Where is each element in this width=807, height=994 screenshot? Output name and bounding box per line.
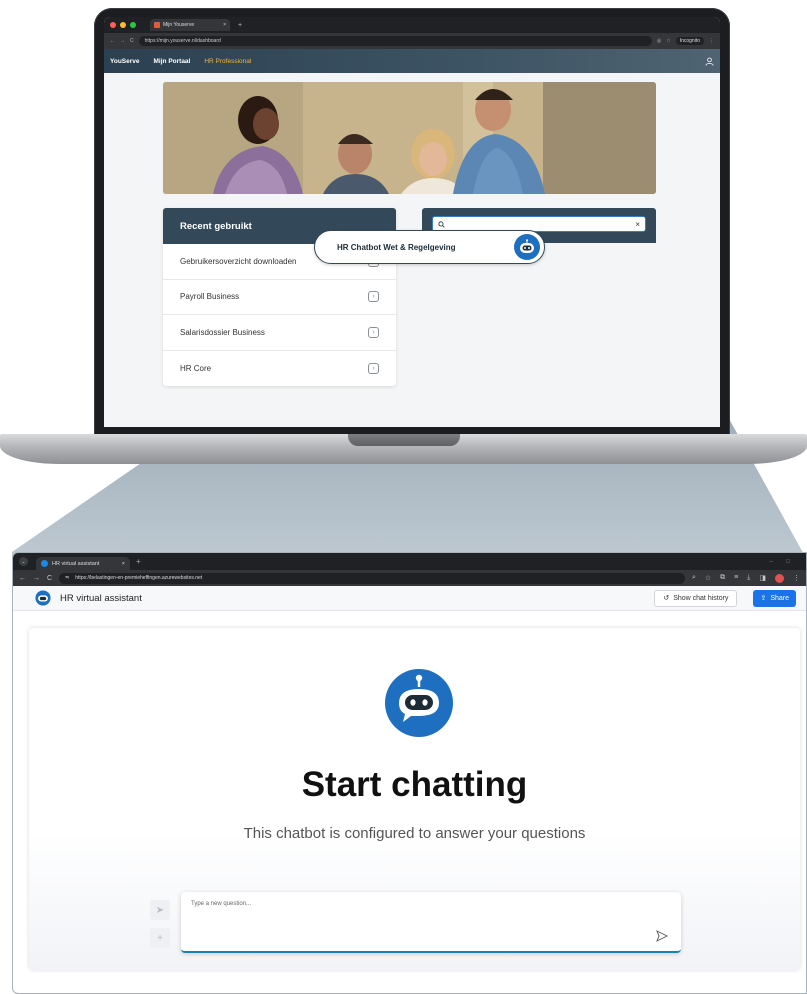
people-illustration	[163, 82, 656, 194]
sidebar-icon[interactable]: ◨	[759, 574, 766, 583]
close-tab-icon[interactable]: ×	[223, 22, 226, 28]
add-icon[interactable]: +	[150, 928, 170, 948]
nav-hr-professional[interactable]: HR Professional	[204, 58, 251, 65]
extensions-icon[interactable]: ⧉	[720, 574, 725, 583]
chat-browser-window: ⌄ HR virtual assistant × + – □ ← → C ≒ h…	[12, 552, 807, 994]
window-controls[interactable]: – □	[769, 559, 796, 565]
search-result-hr-chatbot[interactable]: HR Chatbot Wet & Regelgeving	[314, 230, 545, 264]
chat-tab-title: HR virtual assistant	[52, 560, 100, 567]
chevron-right-icon[interactable]: ›	[368, 326, 379, 338]
start-chatting-subtitle: This chatbot is configured to answer you…	[243, 825, 586, 842]
chat-url-bar: ← → C ≒ https://belastingen-en-premiehef…	[13, 570, 806, 586]
laptop-notch	[348, 434, 460, 446]
history-icon: ↺	[663, 595, 670, 602]
start-chatting-heading: Start chatting	[301, 765, 528, 804]
laptop-browser-tab[interactable]: Mijn Youserve ×	[150, 19, 230, 31]
app-title: HR virtual assistant	[60, 592, 142, 604]
new-tab-icon[interactable]: +	[136, 557, 141, 566]
hero-photo	[163, 82, 656, 194]
laptop-url-text: https://mijn.youserve.nl/dashboard	[144, 38, 221, 44]
tab-search-icon[interactable]: ⌄	[19, 557, 28, 566]
search-icon	[438, 220, 445, 228]
chatbot-icon	[514, 234, 540, 260]
recent-item[interactable]: Salarisdossier Business ›	[163, 315, 396, 351]
forward-icon[interactable]: →	[33, 575, 40, 582]
share-icon: ⇪	[760, 595, 767, 602]
recent-item[interactable]: HR Core ›	[163, 351, 396, 387]
laptop-tab-bar: Mijn Youserve × +	[104, 17, 720, 33]
question-placeholder: Type a new question...	[191, 901, 252, 907]
clear-search-icon[interactable]: ×	[635, 220, 640, 229]
laptop-tab-title: Mijn Youserve	[163, 22, 195, 28]
star-icon[interactable]: ☆	[705, 574, 711, 583]
user-icon[interactable]	[705, 57, 714, 66]
chat-browser-tab[interactable]: HR virtual assistant ×	[36, 557, 130, 570]
app-header: HR virtual assistant ↺ Show chat history…	[13, 586, 806, 611]
favicon-icon	[154, 22, 160, 28]
star-icon[interactable]: ☆	[666, 38, 670, 44]
recent-item-label: Gebruikersoverzicht downloaden	[180, 256, 297, 266]
chat-address-field[interactable]: ≒ https://belastingen-en-premieheffingen…	[59, 572, 685, 584]
youserve-header: YouServe Mijn Portaal HR Professional	[104, 49, 720, 73]
search-result-label: HR Chatbot Wet & Regelgeving	[337, 242, 456, 252]
new-tab-icon[interactable]: +	[238, 22, 242, 29]
laptop-url-bar: ← → C https://mijn.youserve.nl/dashboard…	[104, 33, 720, 49]
minimize-dot[interactable]	[120, 22, 126, 28]
site-info-icon[interactable]: ≒	[65, 575, 69, 581]
profile-avatar[interactable]	[775, 573, 784, 583]
back-icon[interactable]: ←	[110, 38, 115, 44]
share-button[interactable]: ⇪ Share	[753, 589, 796, 607]
incognito-badge[interactable]: Incognito	[675, 37, 704, 45]
laptop-address-field[interactable]: https://mijn.youserve.nl/dashboard	[138, 36, 652, 46]
share-button-label: Share	[770, 594, 789, 602]
laptop-screen: Mijn Youserve × + ← → C https://mijn.you…	[104, 17, 720, 427]
close-tab-icon[interactable]: ×	[122, 561, 125, 567]
back-icon[interactable]: ←	[19, 575, 26, 582]
send-icon[interactable]	[656, 930, 668, 942]
nav-mijn-portaal[interactable]: Mijn Portaal	[154, 58, 191, 65]
recent-item-label: Payroll Business	[180, 292, 240, 302]
chevron-right-icon[interactable]: ›	[368, 362, 379, 374]
reload-icon[interactable]: C	[130, 38, 134, 44]
maximize-dot[interactable]	[130, 22, 136, 28]
question-input[interactable]: Type a new question...	[181, 892, 681, 953]
chat-area: Start chatting This chatbot is configure…	[29, 628, 800, 970]
new-chat-send-icon[interactable]: ➤	[150, 900, 170, 920]
browser-actions: ⌕ ☆ ⧉ ≡ ⤓ ◨ ⋮	[692, 573, 800, 583]
menu-dots-icon[interactable]: ⋮	[709, 38, 714, 44]
chatbot-logo-icon	[35, 590, 51, 606]
youserve-logo[interactable]: YouServe	[110, 58, 140, 65]
eye-icon[interactable]: ◎	[657, 38, 661, 44]
chat-tab-bar: ⌄ HR virtual assistant × + – □	[13, 553, 806, 570]
chat-url-text: https://belastingen-en-premieheffingen.a…	[75, 575, 203, 581]
recent-item-label: Salarisdossier Business	[180, 327, 265, 337]
close-dot[interactable]	[110, 22, 116, 28]
history-button-label: Show chat history	[673, 594, 729, 602]
download-icon[interactable]: ⤓	[747, 574, 750, 583]
favicon-icon	[41, 560, 48, 567]
reading-list-icon[interactable]: ≡	[734, 574, 738, 583]
recent-item-label: HR Core	[180, 363, 212, 373]
zoom-icon[interactable]: ⌕	[692, 574, 696, 583]
recent-item[interactable]: Payroll Business ›	[163, 280, 396, 315]
chatbot-icon	[385, 669, 453, 737]
forward-icon[interactable]: →	[120, 38, 125, 44]
stage: Mijn Youserve × + ← → C https://mijn.you…	[0, 0, 807, 994]
reload-icon[interactable]: C	[47, 575, 52, 582]
show-chat-history-button[interactable]: ↺ Show chat history	[654, 589, 738, 607]
menu-dots-icon[interactable]: ⋮	[793, 574, 800, 583]
chevron-right-icon[interactable]: ›	[368, 291, 379, 303]
